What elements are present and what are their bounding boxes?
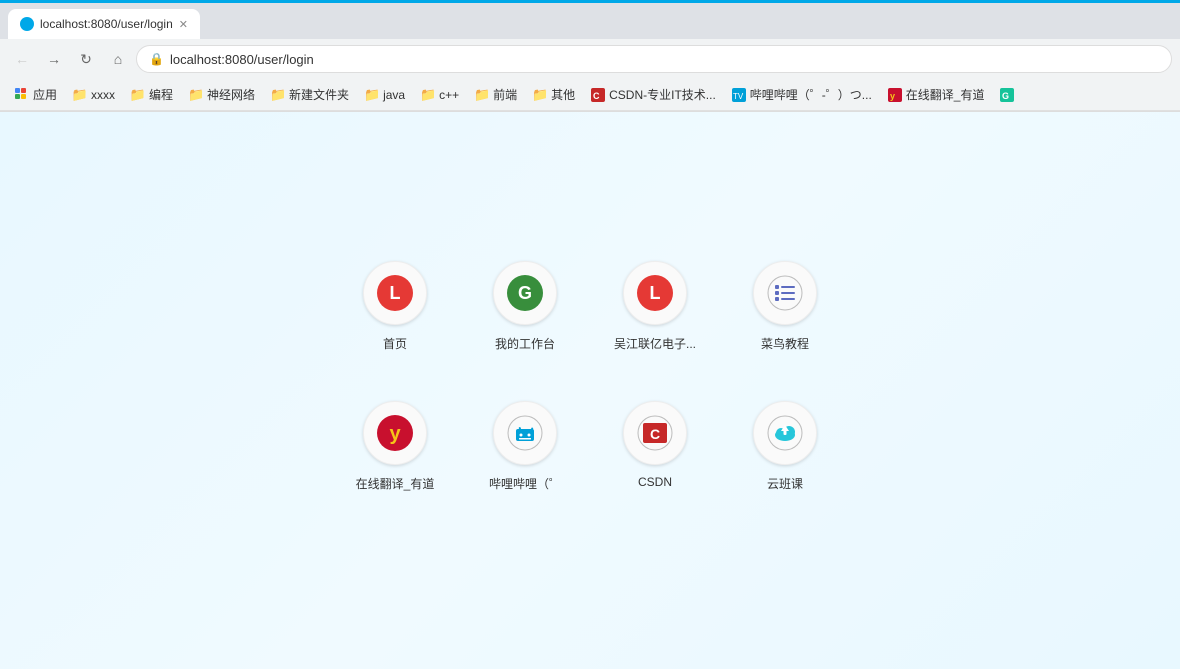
lock-icon: 🔒 (149, 52, 164, 66)
address-text: localhost:8080/user/login (170, 52, 1159, 67)
page-content: L 首页 G 我的工作台 L 吴江联亿电子... (0, 112, 1180, 669)
shortcut-wujiang-label: 吴江联亿电子... (614, 335, 696, 352)
folder-icon: 📁 (421, 88, 435, 102)
youdao-favicon: y (888, 88, 902, 102)
shortcut-workspace-icon: G (493, 261, 557, 325)
bookmark-biancheng[interactable]: 📁 编程 (124, 83, 180, 106)
home-button[interactable]: ⌂ (104, 45, 132, 73)
shortcut-bilibili-icon (493, 401, 557, 465)
folder-icon: 📁 (533, 88, 547, 102)
shortcut-yunban-icon (753, 401, 817, 465)
svg-text:L: L (390, 283, 401, 303)
bookmark-youdao-label: 在线翻译_有道 (906, 86, 985, 103)
bookmark-youdao[interactable]: y 在线翻译_有道 (881, 83, 992, 106)
bookmark-csdn[interactable]: C CSDN-专业IT技术... (584, 83, 723, 106)
shortcut-runoob-icon (753, 261, 817, 325)
nav-bar: ← → ↻ ⌂ 🔒 localhost:8080/user/login (0, 39, 1180, 79)
csdn-favicon: C (591, 88, 605, 102)
browser-chrome: localhost:8080/user/login ✕ ← → ↻ ⌂ 🔒 lo… (0, 3, 1180, 112)
bookmark-shenjing[interactable]: 📁 神经网络 (182, 83, 262, 106)
bookmark-cpp[interactable]: 📁 c++ (414, 85, 466, 105)
shortcut-homepage-label: 首页 (383, 335, 407, 352)
shortcut-youdao-label: 在线翻译_有道 (356, 475, 435, 492)
folder-icon: 📁 (189, 88, 203, 102)
svg-text:G: G (1002, 91, 1009, 101)
svg-text:G: G (518, 283, 532, 303)
bookmark-shenjing-label: 神经网络 (207, 86, 255, 103)
tab-close-button[interactable]: ✕ (179, 18, 188, 31)
shortcut-homepage[interactable]: L 首页 (340, 261, 450, 381)
bookmark-qianduan[interactable]: 📁 前端 (468, 83, 524, 106)
shortcut-csdn-label: CSDN (638, 475, 672, 489)
active-tab[interactable]: localhost:8080/user/login ✕ (8, 9, 200, 39)
bookmark-bilibili-label: 哔哩哔哩（゜-゜）つ... (750, 86, 872, 103)
bookmark-biancheng-label: 编程 (149, 86, 173, 103)
shortcuts-grid: L 首页 G 我的工作台 L 吴江联亿电子... (340, 261, 840, 521)
svg-text:L: L (650, 283, 661, 303)
svg-text:y: y (389, 423, 401, 445)
tab-bar: localhost:8080/user/login ✕ (0, 3, 1180, 39)
bookmark-apps-label: 应用 (33, 86, 57, 103)
shortcut-youdao-icon: y (363, 401, 427, 465)
bookmark-qita[interactable]: 📁 其他 (526, 83, 582, 106)
folder-icon: 📁 (73, 88, 87, 102)
address-bar[interactable]: 🔒 localhost:8080/user/login (136, 45, 1172, 73)
folder-icon: 📁 (271, 88, 285, 102)
shortcut-bilibili-label: 哔哩哔哩（゜ (489, 475, 561, 492)
forward-button[interactable]: → (40, 45, 68, 73)
shortcut-csdn-icon: C (623, 401, 687, 465)
bookmark-xinjian-label: 新建文件夹 (289, 86, 349, 103)
shortcut-runoob[interactable]: 菜鸟教程 (730, 261, 840, 381)
shortcut-runoob-label: 菜鸟教程 (761, 335, 809, 352)
bookmark-apps[interactable]: 应用 (8, 83, 64, 106)
shortcut-csdn[interactable]: C CSDN (600, 401, 710, 521)
bilibili-favicon: TV (732, 88, 746, 102)
tab-favicon (20, 17, 34, 31)
svg-text:y: y (890, 91, 895, 101)
grammarly-favicon: G (1000, 88, 1014, 102)
folder-icon: 📁 (475, 88, 489, 102)
shortcut-youdao[interactable]: y 在线翻译_有道 (340, 401, 450, 521)
shortcut-homepage-icon: L (363, 261, 427, 325)
folder-icon: 📁 (131, 88, 145, 102)
shortcut-yunban-label: 云班课 (767, 475, 803, 492)
bookmark-grammarly[interactable]: G (993, 85, 1021, 105)
bookmark-xxxx[interactable]: 📁 xxxx (66, 85, 122, 105)
shortcut-wujiang[interactable]: L 吴江联亿电子... (600, 261, 710, 381)
shortcut-yunban[interactable]: 云班课 (730, 401, 840, 521)
shortcut-bilibili[interactable]: 哔哩哔哩（゜ (470, 401, 580, 521)
bookmark-xxxx-label: xxxx (91, 88, 115, 102)
bookmark-java-label: java (383, 88, 405, 102)
svg-text:C: C (593, 91, 600, 101)
bookmark-cpp-label: c++ (439, 88, 459, 102)
bookmark-bilibili[interactable]: TV 哔哩哔哩（゜-゜）つ... (725, 83, 879, 106)
svg-text:C: C (650, 426, 660, 442)
reload-button[interactable]: ↻ (72, 45, 100, 73)
bookmark-qianduan-label: 前端 (493, 86, 517, 103)
bookmark-java[interactable]: 📁 java (358, 85, 412, 105)
folder-icon: 📁 (365, 88, 379, 102)
shortcut-workspace-label: 我的工作台 (495, 335, 555, 352)
svg-text:TV: TV (733, 92, 744, 101)
bookmark-qita-label: 其他 (551, 86, 575, 103)
tab-title: localhost:8080/user/login (40, 17, 173, 31)
shortcut-wujiang-icon: L (623, 261, 687, 325)
apps-grid-icon (15, 88, 29, 102)
shortcut-workspace[interactable]: G 我的工作台 (470, 261, 580, 381)
bookmarks-bar: 应用 📁 xxxx 📁 编程 📁 神经网络 📁 新建文件夹 📁 java 📁 c… (0, 79, 1180, 111)
bookmark-xinjian[interactable]: 📁 新建文件夹 (264, 83, 356, 106)
back-button[interactable]: ← (8, 45, 36, 73)
bookmark-csdn-label: CSDN-专业IT技术... (609, 86, 716, 103)
